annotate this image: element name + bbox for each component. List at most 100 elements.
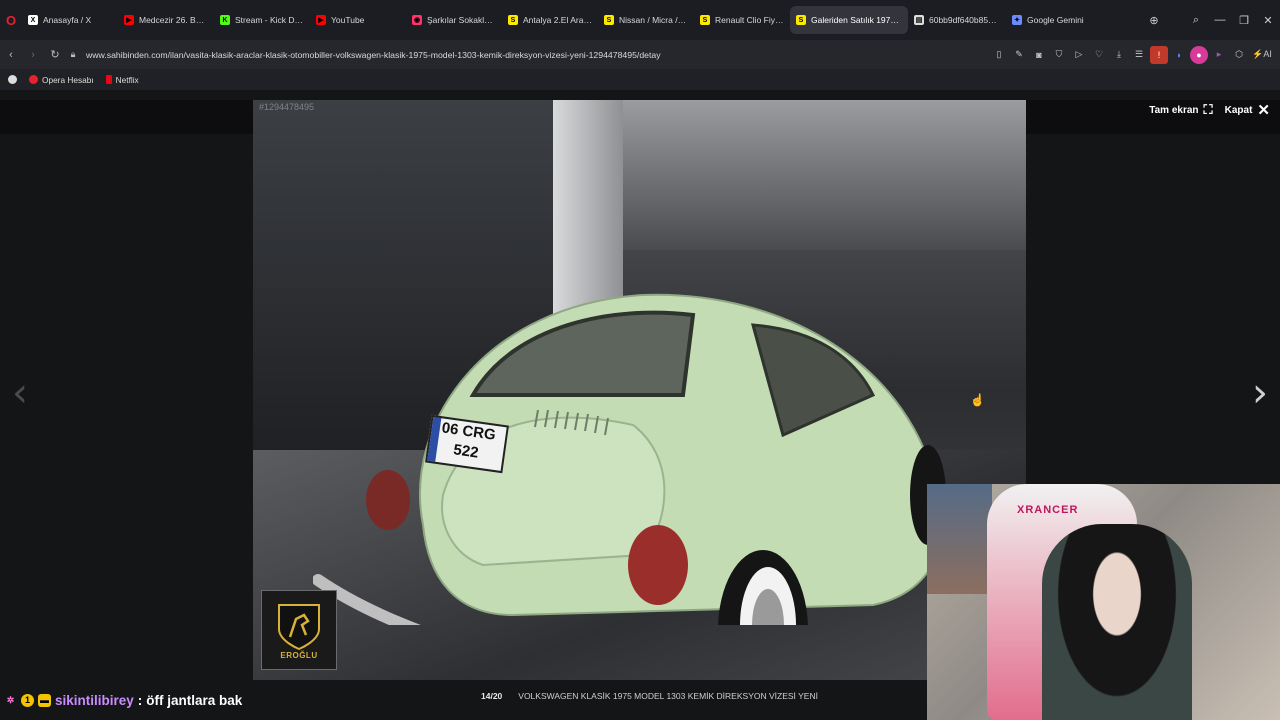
tab-label: Renault Clio Fiyatları	[715, 15, 784, 25]
tab-6[interactable]: S Nissan / Micra / 1.4 /	[598, 6, 694, 34]
car-photo[interactable]: 06 CRG 522 #1294478495 EROĞLU	[253, 100, 1026, 680]
streamer	[1042, 524, 1192, 720]
chat-message: ✲ 1 ▬ sikintilibirey : öff jantlara bak	[4, 690, 243, 710]
beetle-car-illustration	[313, 293, 946, 625]
extension-blue-icon[interactable]: ◗	[1170, 46, 1188, 64]
download-icon[interactable]: ⤓	[1110, 46, 1128, 64]
sahibinden-icon: S	[796, 15, 806, 25]
sahibinden-icon: S	[508, 15, 518, 25]
gift-badge-icon: 1	[21, 693, 34, 707]
bookmarks-bar: Opera Hesabı Netflix	[0, 69, 1280, 90]
chat-username: sikintilibirey	[55, 692, 134, 708]
bookmark-opera-account[interactable]: Opera Hesabı	[29, 75, 94, 85]
browser-tab-bar: O X Anasayfa / X ▶ Medcezir 26. Bölüm ( K Str…	[0, 0, 1280, 40]
chair-brand: XRANCER	[1017, 504, 1079, 516]
chat-text: öff jantlara bak	[146, 692, 243, 708]
youtube-icon: ▶	[316, 15, 326, 25]
opera-account-icon	[29, 75, 38, 84]
sahibinden-icon: S	[700, 15, 710, 25]
new-tab-icon[interactable]: ⊕	[1142, 0, 1166, 40]
bookmark-label: Opera Hesabı	[42, 74, 94, 85]
document-icon: ▤	[914, 15, 924, 25]
close-label: Kapat	[1224, 104, 1253, 116]
netflix-icon	[105, 75, 112, 84]
next-photo-arrow-icon[interactable]: ›	[1252, 370, 1268, 416]
tab-label: Şarkılar Sokaklara	[427, 15, 496, 25]
address-bar-tools: ▯ ✎ ◙ ⛉ ▷ ♡ ⤓ ☰ ! ◗ ● ▸ ⬡ ⚡AI	[990, 40, 1280, 69]
bookmarks-speed-dial-icon[interactable]	[8, 75, 17, 84]
tab-label: Galeriden Satılık 1975 Mo	[811, 15, 902, 25]
previous-photo-arrow-icon[interactable]: ‹	[12, 370, 28, 416]
restore-icon[interactable]: ❐	[1232, 0, 1256, 40]
extension-pink-icon[interactable]: ●	[1190, 45, 1208, 64]
bookmark-label: Netflix	[115, 74, 139, 85]
tab-label: Nissan / Micra / 1.4 /	[619, 15, 688, 25]
opera-logo-icon[interactable]: O	[0, 0, 22, 40]
reader-icon[interactable]: ▯	[990, 46, 1008, 64]
fullscreen-label: Tam ekran	[1149, 104, 1199, 116]
tab-7[interactable]: S Renault Clio Fiyatları	[694, 6, 790, 34]
subscriber-badge-icon: ▬	[38, 693, 51, 707]
tab-label: Stream - Kick Dashbo	[235, 15, 304, 25]
tab-label: YouTube	[331, 15, 365, 25]
kick-icon: K	[220, 15, 230, 25]
x-icon: X	[28, 15, 38, 25]
search-tabs-icon[interactable]: ⌕	[1184, 0, 1208, 40]
heart-icon[interactable]: ♡	[1090, 46, 1108, 64]
forward-icon[interactable]: ›	[22, 40, 44, 69]
tab-10[interactable]: ✦ Google Gemini	[1006, 6, 1106, 34]
tab-label: 60bb9df640b858cb0	[929, 15, 1000, 25]
bookmark-netflix[interactable]: Netflix	[105, 74, 139, 85]
address-bar: ‹ › ↻ 🔒︎ www.sahibinden.com/ilan/vasita-…	[0, 40, 1280, 69]
ai-icon[interactable]: ⚡AI	[1250, 46, 1274, 64]
photo-caption: 14/20 VOLKSWAGEN KLASİK 1975 MODEL 1303 …	[253, 686, 1026, 706]
dealer-logo: EROĞLU	[261, 590, 337, 670]
camera-icon[interactable]: ◙	[1030, 46, 1048, 64]
youtube-icon: ▶	[124, 15, 134, 25]
extension-arrow-icon[interactable]: ▸	[1210, 46, 1228, 64]
tab-label: Medcezir 26. Bölüm (	[139, 15, 208, 25]
tab-4[interactable]: ◉ Şarkılar Sokaklara	[406, 6, 502, 34]
tab-9[interactable]: ▤ 60bb9df640b858cb0	[908, 6, 1006, 34]
hand-cursor-icon: ☝	[970, 393, 985, 407]
shield-icon[interactable]: ⛉	[1050, 46, 1068, 64]
photo-id-watermark: #1294478495	[259, 102, 315, 112]
gemini-icon: ✦	[1012, 15, 1022, 25]
close-viewer-button[interactable]: Kapat ✕	[1225, 101, 1270, 119]
viewer-tools: Tam ekran ⛶ Kapat ✕	[1149, 100, 1270, 120]
minimize-icon[interactable]: —	[1208, 0, 1232, 40]
fullscreen-icon: ⛶	[1203, 102, 1213, 117]
tab-0[interactable]: X Anasayfa / X	[22, 6, 118, 34]
webcam-wall-posters	[927, 484, 992, 594]
tab-8[interactable]: S Galeriden Satılık 1975 Mo	[790, 6, 908, 34]
play-icon[interactable]: ▷	[1070, 46, 1088, 64]
tab-2[interactable]: K Stream - Kick Dashbo	[214, 6, 310, 34]
tab-1[interactable]: ▶ Medcezir 26. Bölüm (	[118, 6, 214, 34]
tab-5[interactable]: S Antalya 2.El Arabalar	[502, 6, 598, 34]
webcam-overlay: XRANCER	[927, 484, 1280, 720]
window-controls: ⊕ ⌕ — ❐ ✕	[1142, 0, 1280, 40]
star-badge-icon: ✲	[6, 694, 15, 705]
tab-label: Google Gemini	[1027, 15, 1084, 25]
puzzle-icon[interactable]: ⬡	[1230, 46, 1248, 64]
extension-red-icon[interactable]: !	[1150, 45, 1168, 64]
back-icon[interactable]: ‹	[0, 40, 22, 69]
sahibinden-icon: S	[604, 15, 614, 25]
menu-icon[interactable]: ☰	[1130, 46, 1148, 64]
edit-icon[interactable]: ✎	[1010, 46, 1028, 64]
url-field[interactable]: www.sahibinden.com/ilan/vasita-klasik-ar…	[86, 50, 661, 60]
close-icon: ✕	[1257, 102, 1270, 119]
reload-icon[interactable]: ↻	[44, 40, 66, 69]
speaker-icon: ◉	[412, 15, 422, 25]
tab-label: Anasayfa / X	[43, 15, 92, 25]
tab-3[interactable]: ▶ YouTube	[310, 6, 406, 34]
close-window-icon[interactable]: ✕	[1256, 0, 1280, 40]
chat-separator: :	[137, 692, 143, 708]
dealer-name: EROĞLU	[280, 650, 318, 660]
tab-label: Antalya 2.El Arabalar	[523, 15, 592, 25]
page-indicator: 14/20	[481, 691, 503, 701]
tab-strip: X Anasayfa / X ▶ Medcezir 26. Bölüm ( K Strea…	[22, 0, 1106, 40]
fullscreen-button[interactable]: Tam ekran ⛶	[1149, 102, 1212, 118]
lock-icon: 🔒︎	[70, 49, 76, 59]
horse-shield-icon	[278, 603, 320, 650]
